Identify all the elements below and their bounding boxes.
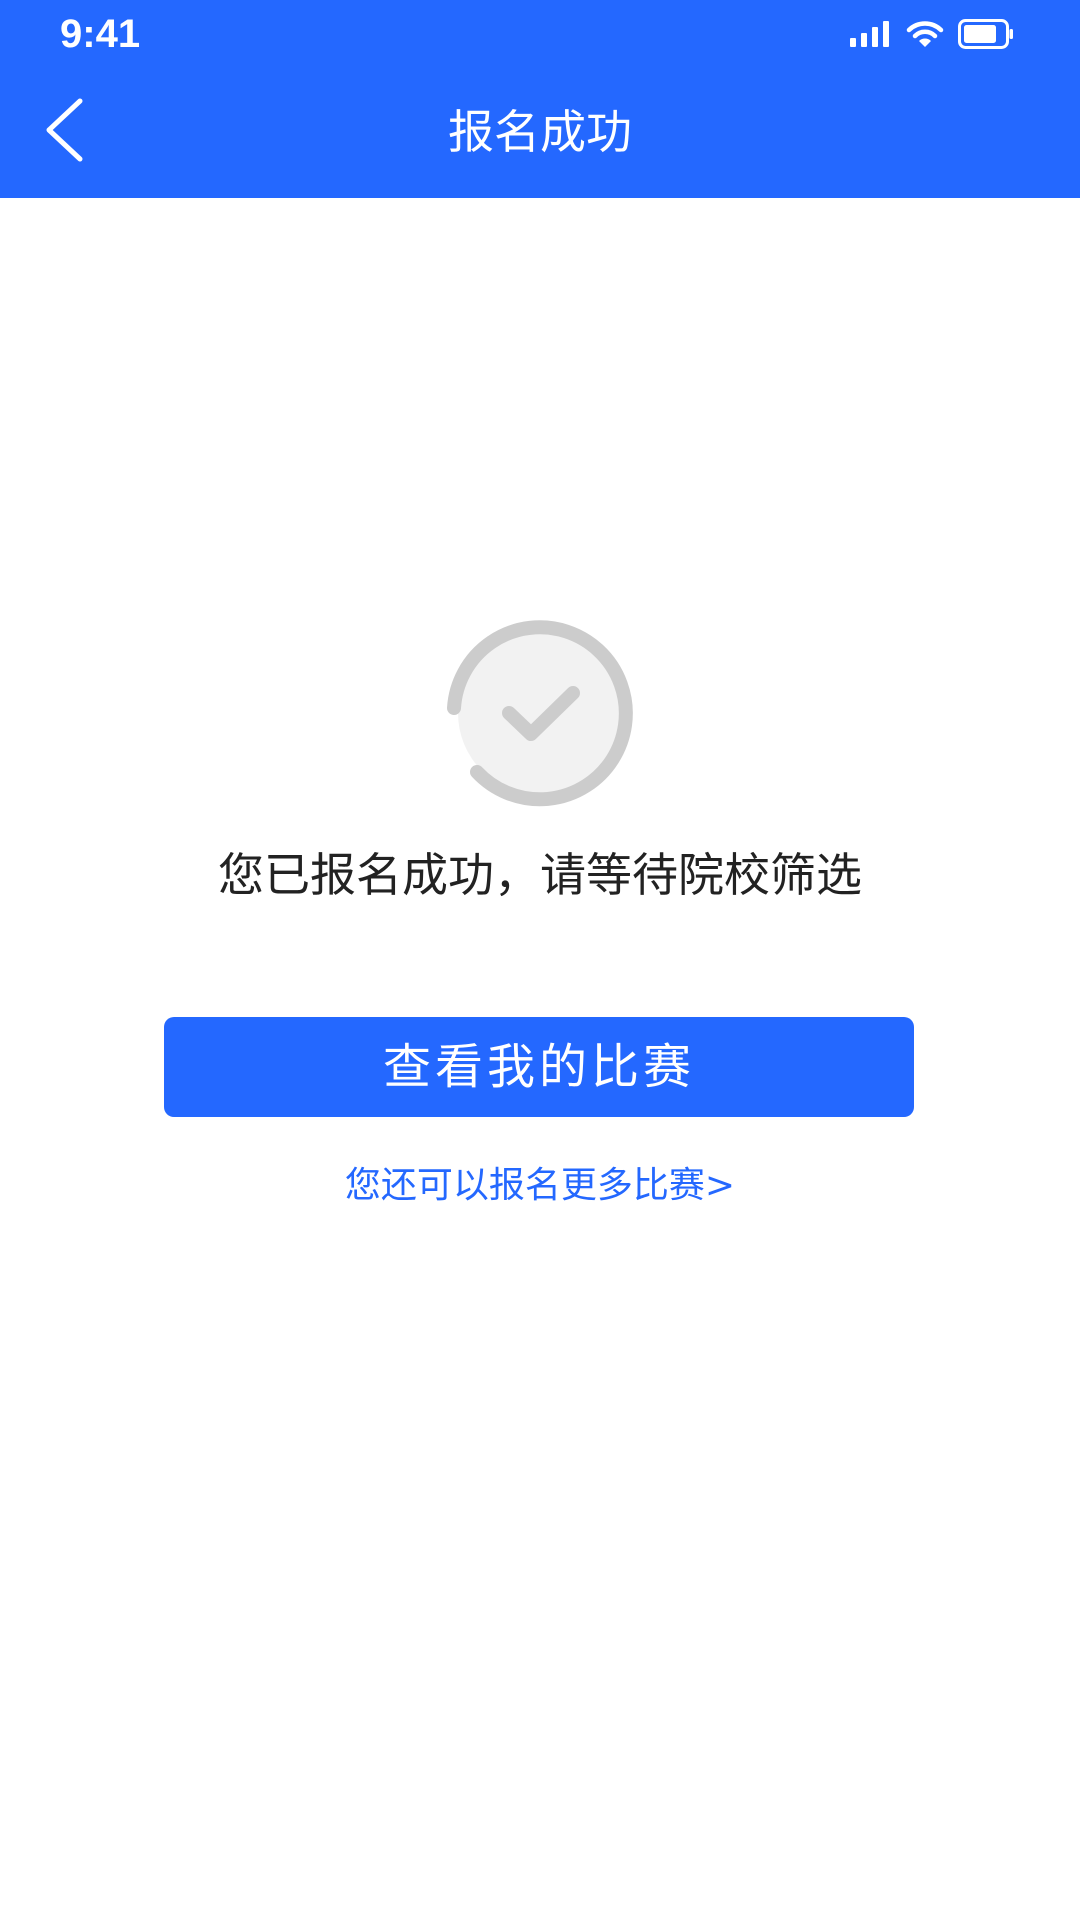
signal-icon <box>850 21 892 47</box>
wifi-icon <box>906 20 944 48</box>
page-title: 报名成功 <box>448 105 632 159</box>
success-message: 您已报名成功，请等待院校筛选 <box>218 848 862 902</box>
battery-icon <box>958 19 1014 49</box>
status-time: 9:41 <box>60 12 141 56</box>
status-icons <box>850 14 1014 54</box>
view-my-contests-button[interactable]: 查看我的比赛 <box>164 1017 914 1117</box>
registration-success-page: 9:41 报名成功 您已报名成功，请等待院校筛选 查看我的比赛 您还可以报名更多… <box>0 0 1080 1920</box>
register-more-contests-link[interactable]: 您还可以报名更多比赛> <box>0 1158 1080 1214</box>
app-header: 9:41 报名成功 <box>0 0 1080 198</box>
check-circle-icon <box>444 617 636 809</box>
